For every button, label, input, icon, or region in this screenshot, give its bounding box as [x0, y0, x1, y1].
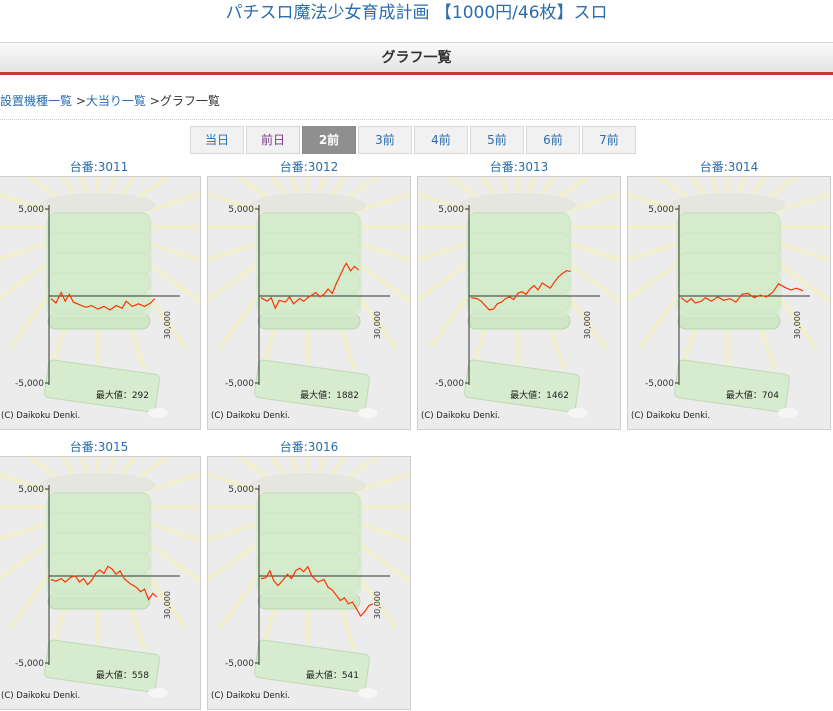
x-max-tick-label: 30,000 — [793, 311, 802, 339]
tab-4-days-ago[interactable]: 4前 — [414, 126, 468, 154]
y-bottom-tick-label: -5,000 — [15, 379, 44, 389]
slump-graph[interactable]: 5,000 -5,000 30,000 最大値：292 (C) Daikoku Denk… — [0, 176, 201, 430]
y-bottom-tick-label: -5,000 — [645, 379, 674, 389]
tab-1-day-ago[interactable]: 前日 — [246, 126, 300, 154]
tab-2-days-ago[interactable]: 2前 — [302, 126, 356, 154]
max-value-label: 最大値：1882 — [300, 389, 359, 401]
slump-graph[interactable]: 5,000 -5,000 30,000 最大値：541 (C) Daikoku Denk… — [207, 456, 411, 710]
section-header: グラフ一覧 — [0, 42, 833, 75]
y-top-tick-label: 5,000 — [228, 485, 254, 495]
breadcrumb-divider — [0, 119, 833, 120]
y-bottom-tick-label: -5,000 — [15, 659, 44, 669]
max-value-label: 最大値：558 — [96, 669, 149, 681]
machine-number-link[interactable]: 台番:3015 — [0, 438, 201, 456]
x-max-tick-label: 30,000 — [373, 591, 382, 619]
breadcrumb-link-machine-list[interactable]: 設置機種一覧 — [0, 94, 72, 108]
slump-graph-svg: 5,000 -5,000 30,000 最大値：292 (C) Daikoku Denk… — [0, 177, 200, 421]
y-bottom-tick-label: -5,000 — [225, 379, 254, 389]
copyright-text: (C) Daikoku Denki. — [1, 411, 80, 421]
y-top-tick-label: 5,000 — [438, 205, 464, 215]
slump-graph-svg: 5,000 -5,000 30,000 最大値：1882 (C) Daikoku Den… — [208, 177, 410, 421]
x-max-tick-label: 30,000 — [163, 311, 172, 339]
copyright-text: (C) Daikoku Denki. — [421, 411, 500, 421]
y-bottom-tick-label: -5,000 — [225, 659, 254, 669]
max-value-label: 最大値：541 — [306, 669, 359, 681]
y-top-tick-label: 5,000 — [18, 205, 44, 215]
machine-number-link[interactable]: 台番:3013 — [417, 158, 621, 176]
slump-graph-svg: 5,000 -5,000 30,000 最大値：541 (C) Daikoku Denk… — [208, 457, 410, 701]
tab-5-days-ago[interactable]: 5前 — [470, 126, 524, 154]
x-max-tick-label: 30,000 — [163, 591, 172, 619]
breadcrumb-separator: > — [75, 94, 86, 108]
x-max-tick-label: 30,000 — [583, 311, 592, 339]
slump-graph[interactable]: 5,000 -5,000 30,000 最大値：704 (C) Daikoku Denk… — [627, 176, 831, 430]
slump-graph-svg: 5,000 -5,000 30,000 最大値：1462 (C) Daikoku Den… — [418, 177, 620, 421]
page-title: パチスロ魔法少女育成計画 【1000円/46枚】スロ — [225, 3, 608, 23]
slump-graph[interactable]: 5,000 -5,000 30,000 最大値：1882 (C) Daikoku Den… — [207, 176, 411, 430]
y-top-tick-label: 5,000 — [18, 485, 44, 495]
x-max-tick-label: 30,000 — [373, 311, 382, 339]
slump-graph[interactable]: 5,000 -5,000 30,000 最大値：558 (C) Daikoku Denk… — [0, 456, 201, 710]
breadcrumb-separator: > — [149, 94, 160, 108]
breadcrumb-link-jackpot-list[interactable]: 大当り一覧 — [86, 94, 146, 108]
slump-graph-svg: 5,000 -5,000 30,000 最大値：704 (C) Daikoku Denk… — [628, 177, 830, 421]
y-top-tick-label: 5,000 — [228, 205, 254, 215]
y-bottom-tick-label: -5,000 — [435, 379, 464, 389]
copyright-text: (C) Daikoku Denki. — [211, 691, 290, 701]
breadcrumb-current: グラフ一覧 — [159, 94, 220, 108]
copyright-text: (C) Daikoku Denki. — [631, 411, 710, 421]
copyright-text: (C) Daikoku Denki. — [1, 691, 80, 701]
max-value-label: 最大値：292 — [96, 389, 149, 401]
copyright-text: (C) Daikoku Denki. — [211, 411, 290, 421]
machine-number-link[interactable]: 台番:3014 — [627, 158, 831, 176]
max-value-label: 最大値：1462 — [510, 389, 569, 401]
day-tabs: 当日 前日 2前 3前 4前 5前 6前 7前 — [190, 126, 638, 154]
slump-graph-svg: 5,000 -5,000 30,000 最大値：558 (C) Daikoku Denk… — [0, 457, 200, 701]
y-top-tick-label: 5,000 — [648, 205, 674, 215]
machine-number-link[interactable]: 台番:3016 — [207, 438, 411, 456]
tab-today[interactable]: 当日 — [190, 126, 244, 154]
machine-number-link[interactable]: 台番:3012 — [207, 158, 411, 176]
machine-number-link[interactable]: 台番:3011 — [0, 158, 201, 176]
breadcrumb: 設置機種一覧 >大当り一覧 >グラフ一覧 — [0, 93, 220, 109]
slump-graph[interactable]: 5,000 -5,000 30,000 最大値：1462 (C) Daikoku Den… — [417, 176, 621, 430]
tab-6-days-ago[interactable]: 6前 — [526, 126, 580, 154]
tab-3-days-ago[interactable]: 3前 — [358, 126, 412, 154]
tab-7-days-ago[interactable]: 7前 — [582, 126, 636, 154]
max-value-label: 最大値：704 — [726, 389, 779, 401]
